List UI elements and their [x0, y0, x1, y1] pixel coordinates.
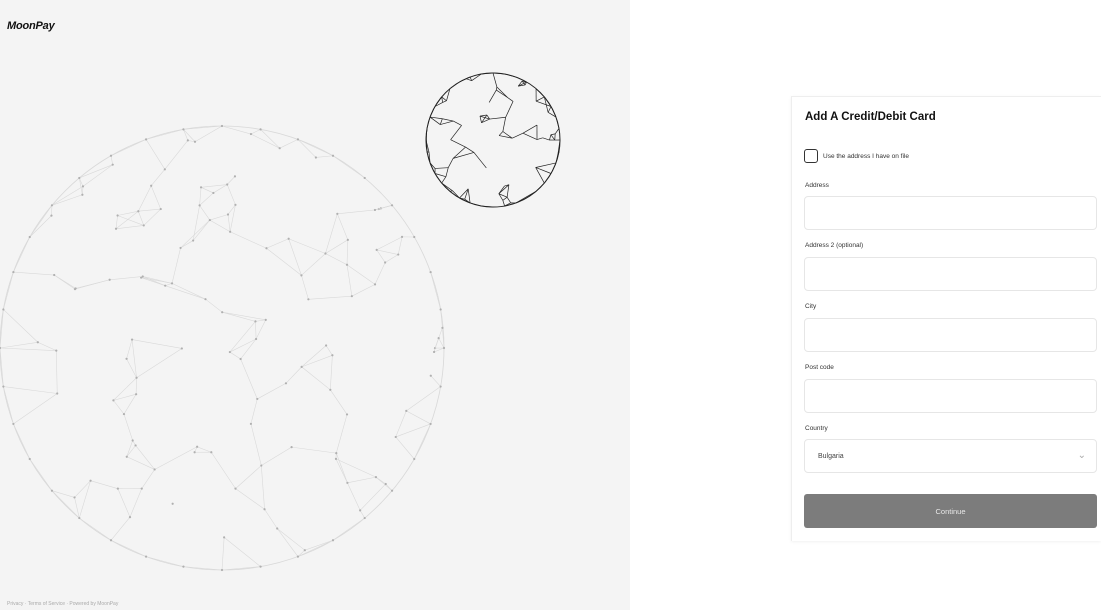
country-select[interactable]: Bulgaria ⌄ — [804, 439, 1097, 473]
address-label: Address — [805, 182, 829, 189]
city-input[interactable] — [804, 318, 1097, 352]
add-card-form: Add A Credit/Debit Card Use the address … — [791, 96, 1101, 541]
continue-button[interactable]: Continue — [804, 494, 1097, 528]
illustration-panel: MoonPay Privacy · Terms of Service · Pow… — [0, 0, 630, 610]
address2-input[interactable] — [804, 257, 1097, 291]
form-title: Add A Credit/Debit Card — [805, 111, 936, 123]
use-address-label: Use the address I have on file — [823, 152, 909, 160]
city-label: City — [805, 303, 817, 310]
address2-label: Address 2 (optional) — [805, 242, 864, 249]
small-globe-wireframe — [425, 72, 561, 208]
chevron-down-icon: ⌄ — [1077, 450, 1086, 461]
address-input[interactable] — [804, 196, 1097, 230]
country-label: Country — [805, 425, 828, 432]
footer-links: Privacy · Terms of Service · Powered by … — [7, 601, 119, 607]
globe-illustration — [0, 72, 561, 572]
country-value: Bulgaria — [818, 453, 844, 460]
postcode-label: Post code — [805, 364, 834, 371]
postcode-input[interactable] — [804, 379, 1097, 413]
large-globe-wireframe — [0, 124, 446, 572]
use-address-checkbox[interactable] — [804, 149, 818, 163]
use-address-row[interactable]: Use the address I have on file — [804, 149, 909, 163]
